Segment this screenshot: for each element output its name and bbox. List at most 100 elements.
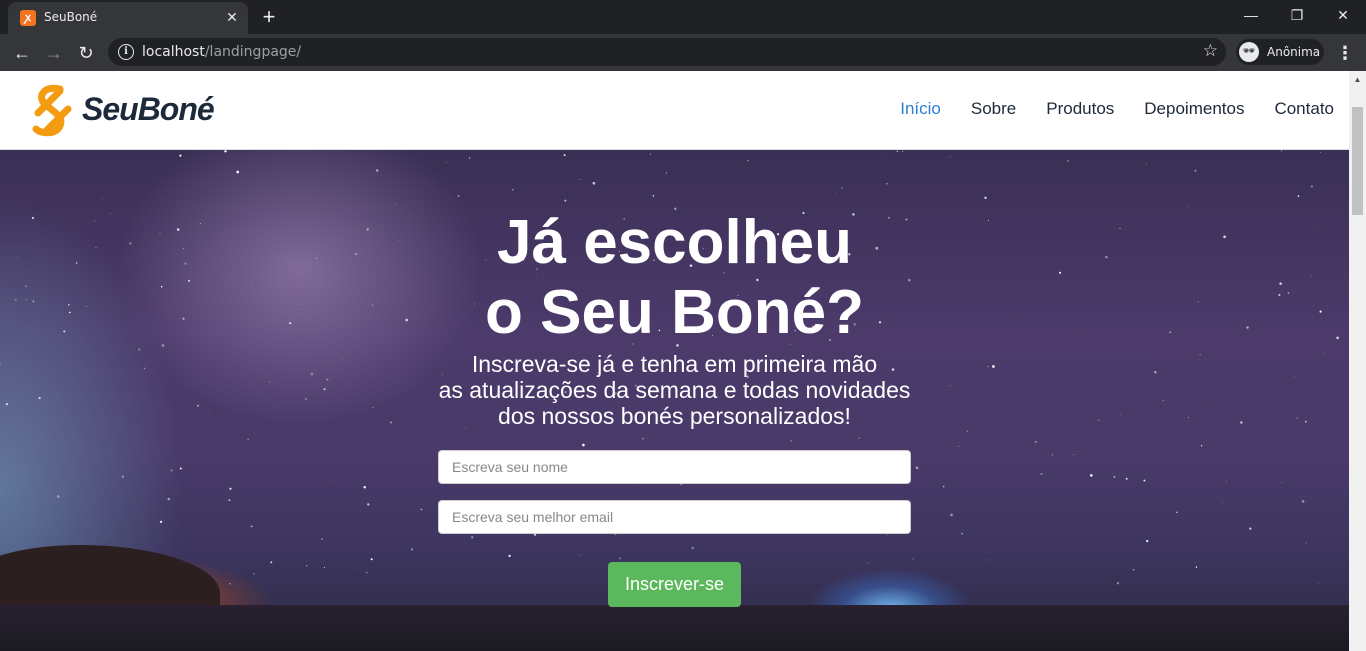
star <box>1143 479 1146 482</box>
star <box>247 438 249 440</box>
close-tab-icon[interactable]: ✕ <box>222 7 242 27</box>
star <box>1301 500 1305 503</box>
hero-title-line-2: o Seu Boné? <box>485 278 864 347</box>
star <box>1305 542 1307 544</box>
tab-title: SeuBoné <box>44 10 98 24</box>
star <box>1320 151 1322 153</box>
nav-link-produtos[interactable]: Produtos <box>1046 99 1114 119</box>
star <box>159 520 163 524</box>
star <box>1067 159 1069 162</box>
nav-link-depoimentos[interactable]: Depoimentos <box>1144 99 1244 119</box>
scroll-thumb[interactable] <box>1352 107 1363 215</box>
name-input[interactable] <box>438 450 911 484</box>
reload-icon[interactable]: ↻ <box>72 39 100 67</box>
hero-subtitle-line-1: Inscreva-se já e tenha em primeira mão <box>471 351 878 377</box>
star <box>592 181 596 185</box>
star <box>103 537 105 539</box>
star <box>179 467 182 470</box>
site-logo[interactable]: SeuBoné <box>30 83 240 137</box>
site-header: SeuBoné Início Sobre Produtos Depoimento… <box>0 71 1349 150</box>
star <box>228 499 231 502</box>
star <box>1073 454 1075 456</box>
star <box>1113 476 1116 478</box>
star <box>1051 454 1053 456</box>
close-window-icon[interactable]: ✕ <box>1320 0 1366 30</box>
star <box>841 187 843 189</box>
star <box>564 199 567 202</box>
nav-link-contato[interactable]: Contato <box>1274 99 1334 119</box>
address-bar[interactable]: i localhost/landingpage/ ☆ <box>108 38 1226 66</box>
star <box>394 203 396 205</box>
star <box>1146 539 1149 543</box>
star <box>835 193 837 195</box>
star <box>989 559 991 561</box>
star <box>1222 501 1223 503</box>
star <box>563 154 566 157</box>
star <box>942 485 945 488</box>
logo-text: SeuBoné <box>82 91 215 127</box>
star <box>1281 482 1283 484</box>
star <box>306 565 308 567</box>
star <box>370 558 373 561</box>
subscribe-button[interactable]: Inscrever-se <box>608 562 741 607</box>
star <box>321 538 323 540</box>
star <box>867 562 869 564</box>
star <box>642 437 644 440</box>
star <box>665 172 668 174</box>
star <box>1297 195 1300 197</box>
star <box>1249 527 1252 530</box>
star <box>578 554 580 556</box>
star <box>508 554 511 558</box>
restore-icon[interactable]: ❐ <box>1274 0 1320 30</box>
scroll-up-arrow-icon[interactable]: ▲ <box>1349 71 1366 88</box>
back-icon[interactable]: ← <box>8 39 36 67</box>
star <box>420 508 423 511</box>
star <box>1310 185 1314 188</box>
star <box>915 466 919 470</box>
hero-section: Já escolheu o Seu Boné? Inscreva-se já e… <box>0 150 1349 651</box>
nav-link-sobre[interactable]: Sobre <box>971 99 1016 119</box>
star <box>236 170 240 174</box>
star <box>652 194 655 197</box>
star <box>896 150 899 153</box>
browser-menu-icon[interactable]: ⋮ <box>1336 39 1354 67</box>
star <box>229 487 232 490</box>
star <box>366 571 368 574</box>
star <box>445 161 447 163</box>
hero-title-line-1: Já escolheu <box>497 208 852 277</box>
star <box>961 533 963 535</box>
hero-subtitle-line-3: dos nossos bonés personalizados! <box>498 403 851 429</box>
star <box>121 475 124 478</box>
star <box>579 179 581 181</box>
incognito-profile-button[interactable]: 🕶 Anônima <box>1236 39 1324 65</box>
star <box>253 573 255 575</box>
star <box>858 437 860 439</box>
incognito-icon: 🕶 <box>1239 42 1259 62</box>
hero-subtitle-line-2: as atualizações da semana e todas novida… <box>438 377 911 403</box>
bookmark-star-icon[interactable]: ☆ <box>1203 41 1218 61</box>
browser-tab[interactable]: ꭗ SeuBoné ✕ <box>8 2 248 34</box>
star <box>323 566 325 568</box>
minimize-icon[interactable]: — <box>1228 0 1274 30</box>
star <box>457 195 460 198</box>
shoreline-ground <box>0 605 1349 651</box>
url-text[interactable]: localhost/landingpage/ <box>142 44 301 60</box>
star <box>1040 472 1043 476</box>
email-input[interactable] <box>438 500 911 534</box>
nav-link-inicio[interactable]: Início <box>900 99 941 119</box>
logo-mark-icon <box>32 84 72 137</box>
info-icon[interactable]: i <box>118 44 134 60</box>
forward-icon[interactable]: → <box>40 39 68 67</box>
star <box>1116 582 1120 585</box>
page-scrollbar[interactable]: ▲ <box>1349 71 1366 651</box>
star <box>1145 163 1147 165</box>
star <box>1194 169 1197 172</box>
star <box>886 534 888 536</box>
star <box>1195 566 1198 568</box>
new-tab-icon[interactable]: + <box>256 5 282 31</box>
star <box>332 481 334 483</box>
main-nav: Início Sobre Produtos Depoimentos Contat… <box>900 99 1334 119</box>
star <box>224 150 227 153</box>
star <box>650 153 651 155</box>
star <box>1034 440 1037 443</box>
